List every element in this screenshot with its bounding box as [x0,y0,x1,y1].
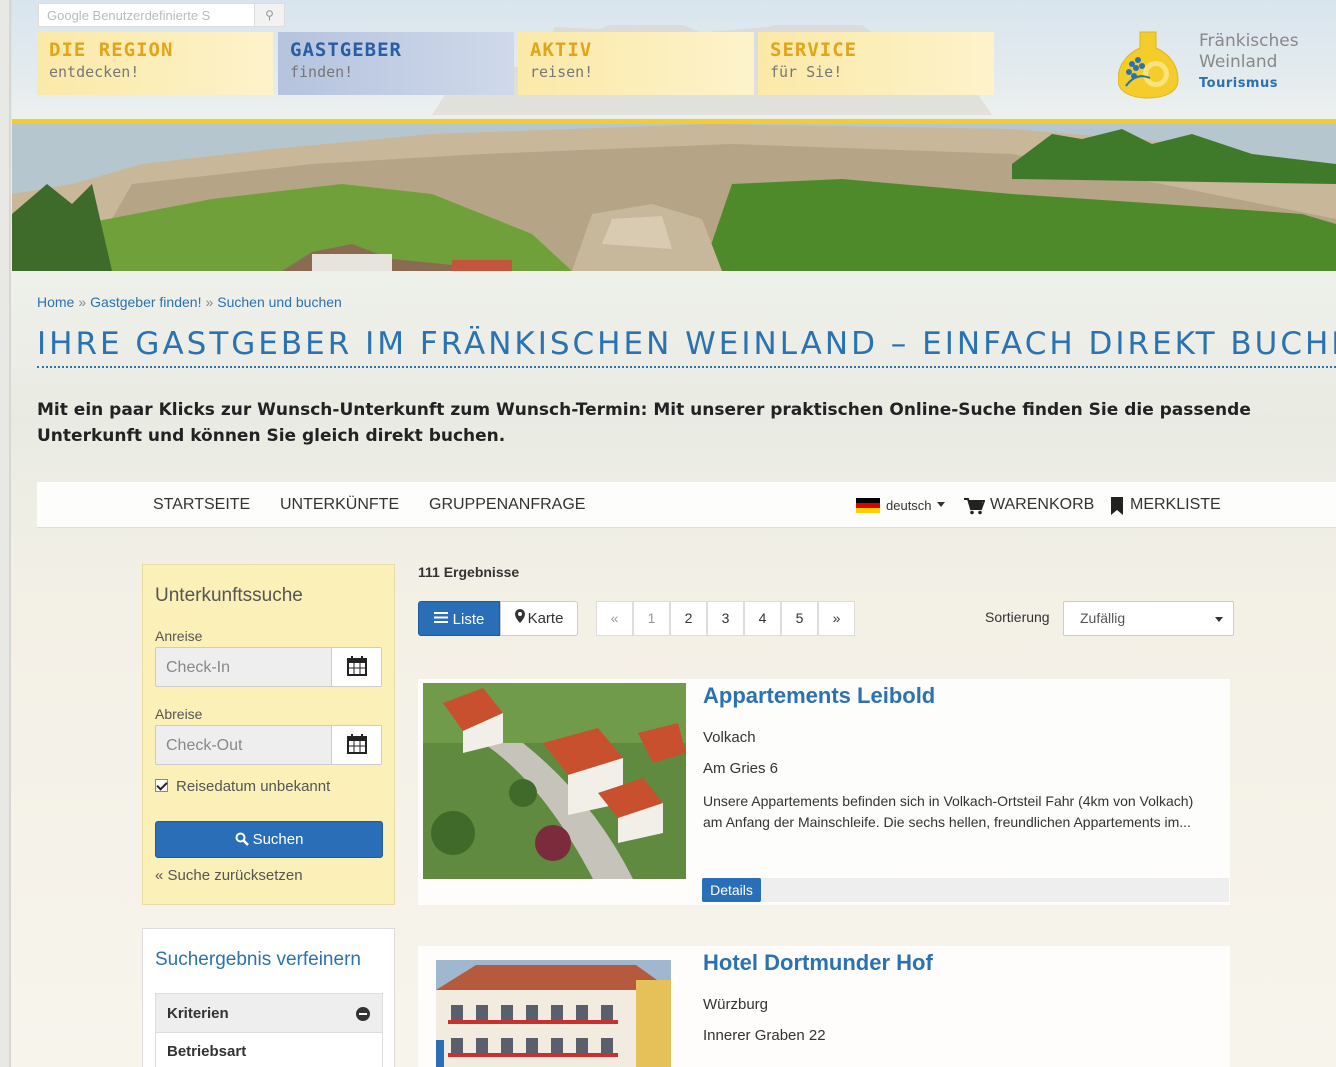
subnav-gruppenanfrage[interactable]: GRUPPENANFRAGE [429,496,585,514]
nav-tile-subtitle: reisen! [530,63,594,81]
arrival-label: Anreise [155,628,203,644]
result-city: Volkach [703,729,756,746]
window-edge [0,0,11,1067]
reset-search-link[interactable]: « Suche zurücksetzen [155,867,303,884]
nav-tile-service[interactable]: SERVICE für Sie! [758,32,994,95]
nav-tile-subtitle: für Sie! [770,63,843,81]
result-name[interactable]: Appartements Leibold [703,683,935,709]
list-icon [433,602,448,635]
subnav-startseite[interactable]: STARTSEITE [153,496,250,514]
checkbox-checked-icon[interactable] [155,779,168,792]
dropdown-arrow-icon [1215,617,1223,622]
breadcrumb-home[interactable]: Home [37,294,74,310]
check-out-input[interactable]: Check-Out [155,725,382,765]
german-flag-icon[interactable] [856,498,880,513]
breadcrumb-separator: » [78,294,87,310]
result-photo[interactable] [436,960,671,1067]
result-description: Unsere Appartements befinden sich in Vol… [703,793,1194,830]
nav-tile-title: AKTIV [530,39,593,61]
pager-page-4[interactable]: 4 [744,601,781,636]
cart-icon[interactable] [963,497,986,520]
booking-subnav: STARTSEITE UNTERKÜNFTE GRUPPENANFRAGE de… [37,482,1336,528]
breadcrumb: Home» Gastgeber finden!» Suchen und buchen [37,294,342,310]
accommodation-search-panel: Unterkunftssuche Anreise Check-In Abreis… [142,564,395,905]
breadcrumb-gastgeber[interactable]: Gastgeber finden! [90,294,201,310]
criteria-toggle[interactable]: Kriterien [155,993,383,1033]
title-divider [37,366,1336,368]
pager-page-2[interactable]: 2 [670,601,707,636]
subnav-merkliste[interactable]: MERKLISTE [1130,496,1221,514]
nav-tile-region[interactable]: DIE REGION entdecken! [37,32,273,95]
site-search-input[interactable]: Google Benutzerdefinierte S ⚲ [38,3,285,27]
subnav-warenkorb[interactable]: WARENKORB [990,496,1094,514]
pager-page-5[interactable]: 5 [781,601,818,636]
pager-next[interactable]: » [818,601,855,636]
refine-panel-title: Suchergebnis verfeinern [155,949,361,970]
sort-select[interactable]: Zufällig [1063,601,1234,636]
bookmark-icon[interactable] [1109,496,1125,521]
wine-bottle-logo-icon[interactable] [1117,30,1180,100]
intro-text: Mit ein paar Klicks zur Wunsch-Unterkunf… [37,400,1251,446]
refine-results-panel: Suchergebnis verfeinern Kriterien Betrie… [142,928,395,1067]
list-view-button[interactable]: Liste [418,601,500,636]
subnav-unterkuenfte[interactable]: UNTERKÜNFTE [280,496,399,514]
results-count: 111 Ergebnisse [418,564,520,580]
pager-prev[interactable]: « [596,601,633,636]
search-panel-title: Unterkunftssuche [155,585,303,606]
logo-line-3: Tourismus [1199,76,1278,91]
search-button-label: Suchen [252,831,304,848]
criteria-betriebsart: Betriebsart [167,1043,247,1060]
nav-tile-aktiv[interactable]: AKTIV reisen! [518,32,754,95]
nav-tile-title: SERVICE [770,39,858,61]
search-placeholder: Google Benutzerdefinierte S [47,8,211,23]
departure-label: Abreise [155,706,203,722]
details-bar [702,878,1229,902]
sort-value: Zufällig [1080,610,1126,626]
hero-fortress-image [12,124,1336,271]
nav-tile-title: DIE REGION [49,39,174,61]
breadcrumb-current[interactable]: Suchen und buchen [217,294,342,310]
check-out-placeholder: Check-Out [166,737,243,754]
result-photo[interactable] [423,683,686,879]
unknown-date-label: Reisedatum unbekannt [176,778,331,795]
result-street: Am Gries 6 [703,760,779,777]
breadcrumb-separator: » [205,294,214,310]
check-in-input[interactable]: Check-In [155,647,382,687]
result-card: Hotel Dortmunder Hof Würzburg Innerer Gr… [418,946,1230,1067]
map-view-label: Karte [527,610,564,627]
unknown-date-checkbox[interactable]: Reisedatum unbekannt [155,778,330,795]
search-icon[interactable]: ⚲ [254,4,284,26]
pager-page-1[interactable]: 1 [633,601,670,636]
chevron-down-icon[interactable] [937,502,945,507]
search-icon [235,824,249,859]
result-city: Würzburg [703,996,769,1013]
nav-tile-subtitle: finden! [290,63,354,81]
result-name[interactable]: Hotel Dortmunder Hof [703,950,933,976]
result-street: Innerer Graben 22 [703,1027,826,1044]
criteria-body: Betriebsart [155,1033,383,1067]
logo-line-2: Weinland [1199,52,1278,72]
nav-tile-subtitle: entdecken! [49,63,140,81]
nav-tile-title: GASTGEBER [290,39,402,61]
check-in-placeholder: Check-In [166,659,231,676]
criteria-header: Kriterien [167,1005,229,1022]
page-title: IHRE GASTGEBER IM FRÄNKISCHEN WEINLAND –… [37,326,1336,362]
map-view-button[interactable]: Karte [500,601,578,636]
list-view-label: Liste [452,611,485,628]
collapse-minus-icon[interactable] [356,1007,370,1021]
details-button[interactable]: Details [702,878,761,902]
sort-label: Sortierung [985,609,1050,625]
calendar-icon[interactable] [331,648,381,686]
logo-line-1: Fränkisches [1199,31,1299,51]
language-selector[interactable]: deutsch [886,498,932,513]
calendar-icon[interactable] [331,726,381,764]
logo-text[interactable]: Fränkisches Weinland Tourismus [1199,31,1299,94]
nav-tile-gastgeber[interactable]: GASTGEBER finden! [278,32,514,95]
pager-page-3[interactable]: 3 [707,601,744,636]
result-card: Appartements Leibold Volkach Am Gries 6 … [418,679,1230,905]
map-marker-icon [514,602,525,635]
search-button[interactable]: Suchen [155,821,383,858]
